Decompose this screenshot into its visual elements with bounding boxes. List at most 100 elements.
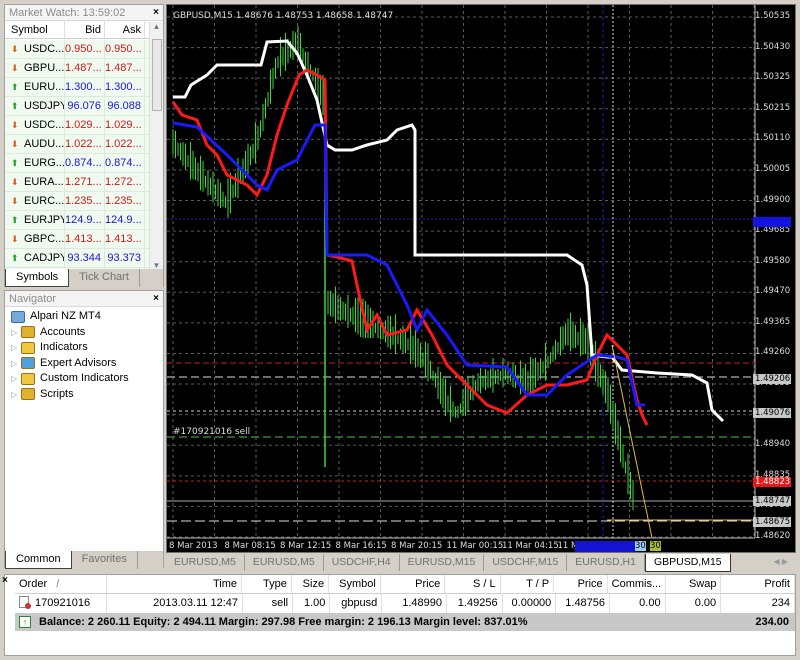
symbol-cell: ⬇ EURA...: [5, 173, 65, 191]
expand-icon[interactable]: ▷: [11, 325, 21, 341]
market-watch-row[interactable]: ⬇ AUDU... 1.022... 1.022...: [5, 135, 151, 154]
order-row[interactable]: 170921016 2013.03.11 12:47 sell 1.00 gbp…: [15, 594, 795, 613]
order-size: 1.00: [293, 594, 331, 613]
expand-icon[interactable]: ▷: [11, 340, 21, 356]
market-watch-scrollbar[interactable]: ▲ ▼: [149, 22, 163, 272]
symbol-cell: ⬇ EURC...: [5, 192, 65, 210]
market-watch-row[interactable]: ⬆ EURU... 1.300... 1.300...: [5, 78, 151, 97]
chart-tab[interactable]: USDCHF,M15: [484, 554, 568, 571]
scroll-up-icon[interactable]: ▲: [150, 22, 163, 31]
chart-tab[interactable]: EURUSD,H1: [567, 554, 645, 571]
order-symbol: gbpusd: [330, 594, 383, 613]
symbol-cell: ⬆ EURJPY: [5, 211, 65, 229]
bid-cell: 1.271...: [65, 173, 105, 191]
scroll-thumb[interactable]: [152, 39, 162, 111]
account-summary: Balance: 2 260.11 Equity: 2 494.11 Margi…: [39, 616, 528, 628]
chart-tab[interactable]: GBPUSD,M15: [644, 554, 731, 572]
bid-cell: 1.029...: [65, 116, 105, 134]
order-line-label: #170921016 sell: [173, 427, 251, 437]
close-icon[interactable]: ×: [2, 575, 8, 586]
tab-common[interactable]: Common: [5, 551, 72, 569]
column-current-price[interactable]: Price: [554, 575, 608, 593]
arrow-down-icon: ⬇: [11, 196, 19, 206]
time-tick-label: 8 Mar 20:15: [391, 541, 443, 551]
bid-cell: 1.300...: [65, 78, 105, 96]
market-watch-row[interactable]: ⬇ USDC... 1.029... 1.029...: [5, 116, 151, 135]
scripts-icon: [21, 388, 35, 401]
column-time[interactable]: Time: [107, 575, 243, 593]
navigator-item[interactable]: ▷ Accounts: [5, 325, 163, 341]
column-ask[interactable]: Ask: [105, 21, 145, 38]
price-level-label: 1.48675: [753, 517, 791, 527]
navigator-root[interactable]: Alpari NZ MT4: [5, 309, 163, 325]
column-tp[interactable]: T / P: [501, 575, 555, 593]
navigator-item[interactable]: ▷ Custom Indicators: [5, 371, 163, 387]
ask-cell: 0.874...: [105, 154, 145, 172]
price-chart[interactable]: GBPUSD,M15 1.48676 1.48753 1.48658 1.487…: [166, 4, 796, 553]
close-icon[interactable]: ×: [153, 5, 159, 21]
column-bid[interactable]: Bid: [65, 21, 105, 38]
navigator-item[interactable]: ▷ Indicators: [5, 340, 163, 356]
ask-cell: 1.235...: [105, 192, 145, 210]
market-watch-row[interactable]: ⬆ EURJPY 124.9... 124.9...: [5, 211, 151, 230]
ask-cell: 93.373: [105, 249, 145, 267]
navigator-items: ▷ Accounts ▷ Indicators ▷ Expert Advisors ▷ Cus…: [5, 325, 163, 403]
market-watch-row[interactable]: ⬇ GBPU... 1.487... 1.487...: [5, 59, 151, 78]
tab-scroll-arrows[interactable]: ◀ ▶: [773, 554, 796, 571]
price-tick-label: 1.49900: [755, 194, 791, 205]
expand-icon[interactable]: ▷: [11, 356, 21, 372]
symbol-cell: ⬆ EURG...: [5, 154, 65, 172]
terminal-icon: [11, 310, 25, 323]
price-level-label: 1.49076: [753, 408, 791, 418]
market-watch-row[interactable]: ⬇ USDC... 0.950... 0.950...: [5, 40, 151, 59]
market-watch-row[interactable]: ⬇ EURC... 1.235... 1.235...: [5, 192, 151, 211]
chart-tab[interactable]: USDCHF,H4: [324, 554, 400, 571]
chart-tab[interactable]: EURUSD,M5: [245, 554, 324, 571]
ask-cell: 96.088: [105, 97, 145, 115]
column-sl[interactable]: S / L: [445, 575, 501, 593]
market-watch-row[interactable]: ⬆ CADJPY 93.344 93.373: [5, 249, 151, 268]
symbol-cell: ⬇ USDC...: [5, 116, 65, 134]
price-tick-label: 1.50325: [755, 72, 791, 83]
price-tick-label: 1.50535: [755, 11, 791, 21]
close-icon[interactable]: ×: [153, 291, 159, 307]
chart-canvas[interactable]: [167, 5, 797, 554]
column-type[interactable]: Type: [242, 575, 292, 593]
column-size[interactable]: Size: [292, 575, 330, 593]
order-swap: 0.00: [666, 594, 722, 613]
market-watch-row[interactable]: ⬆ USDJPY 96.076 96.088: [5, 97, 151, 116]
column-price[interactable]: Price: [381, 575, 446, 593]
market-watch-title: Market Watch: 13:59:02 ×: [5, 5, 163, 21]
market-watch-row[interactable]: ⬇ EURA... 1.271... 1.272...: [5, 173, 151, 192]
price-level-label: 1.48747: [753, 496, 791, 506]
column-order[interactable]: Order /: [15, 575, 107, 593]
navigator-item[interactable]: ▷ Scripts: [5, 387, 163, 403]
ask-cell: 1.022...: [105, 135, 145, 153]
order-id-cell: 170921016: [15, 594, 108, 613]
column-symbol[interactable]: Symbol: [5, 21, 65, 38]
column-commission[interactable]: Commis...: [608, 575, 667, 593]
ask-cell: 1.029...: [105, 116, 145, 134]
expand-icon[interactable]: ▷: [11, 387, 21, 403]
arrow-up-icon: ⬆: [11, 101, 19, 111]
bid-cell: 0.950...: [65, 40, 105, 58]
column-profit[interactable]: Profit: [721, 575, 795, 593]
tab-symbols[interactable]: Symbols: [5, 269, 70, 287]
chart-tab[interactable]: EURUSD,M15: [400, 554, 485, 571]
market-watch-row[interactable]: ⬆ EURG... 0.874... 0.874...: [5, 154, 151, 173]
navigator-item[interactable]: ▷ Expert Advisors: [5, 356, 163, 372]
market-watch-row[interactable]: ⬇ GBPC... 1.413... 1.413...: [5, 230, 151, 249]
chart-tab[interactable]: EURUSD,M5: [166, 554, 245, 571]
column-swap[interactable]: Swap: [666, 575, 722, 593]
expand-icon[interactable]: ▷: [11, 371, 21, 387]
time-tick-label: 11 Mar 04:15: [502, 541, 559, 551]
balance-icon: ↑: [19, 616, 31, 628]
ask-cell: 0.950...: [105, 40, 145, 58]
arrow-down-icon: ⬇: [11, 120, 19, 130]
column-symbol[interactable]: Symbol: [329, 575, 381, 593]
navigator-tabs: Common Favorites: [5, 551, 163, 569]
tab-favorites[interactable]: Favorites: [72, 551, 138, 569]
symbol-cell: ⬇ GBPC...: [5, 230, 65, 248]
accounts-icon: [21, 326, 35, 339]
tab-tick-chart[interactable]: Tick Chart: [69, 269, 140, 287]
